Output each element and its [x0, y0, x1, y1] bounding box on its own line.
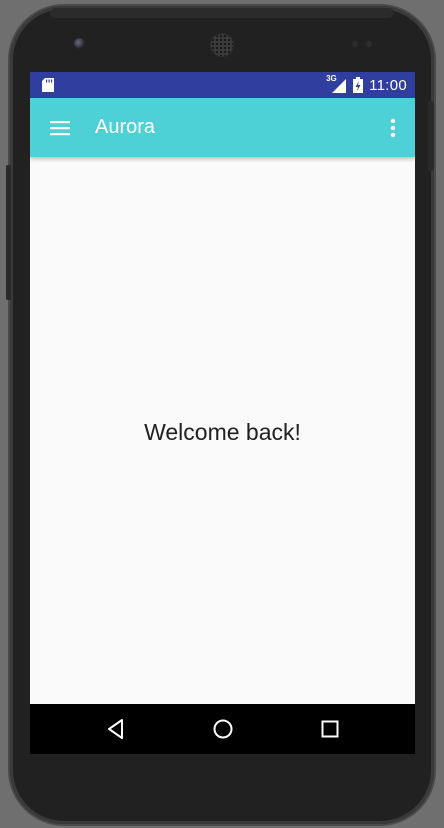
front-camera-icon	[74, 38, 85, 49]
recents-square-icon[interactable]	[317, 716, 343, 742]
network-type-label: 3G	[326, 74, 337, 83]
speaker-grille-icon	[211, 34, 233, 56]
cell-signal-icon: 3G	[326, 74, 347, 93]
power-button[interactable]	[428, 101, 434, 171]
status-time: 11:00	[369, 76, 407, 94]
more-vert-icon[interactable]	[387, 117, 399, 139]
app-title: Aurora	[95, 116, 156, 138]
device-screen: 3G 11:00 Aurora Welcome back!	[30, 72, 415, 754]
volume-button[interactable]	[6, 165, 11, 300]
light-sensor	[366, 41, 372, 47]
home-circle-icon[interactable]	[210, 716, 236, 742]
status-icons: 3G 11:00	[326, 72, 407, 98]
welcome-message: Welcome back!	[144, 419, 301, 445]
proximity-sensor	[352, 41, 358, 47]
sd-card-icon	[42, 78, 54, 92]
back-triangle-icon[interactable]	[103, 716, 129, 742]
phone-top-bevel	[50, 8, 394, 18]
hamburger-menu-icon[interactable]	[49, 118, 71, 138]
battery-charging-icon	[353, 77, 364, 93]
status-bar: 3G 11:00	[30, 72, 415, 98]
main-content: Welcome back!	[30, 157, 415, 704]
app-toolbar: Aurora	[30, 98, 415, 157]
navigation-bar	[30, 704, 415, 754]
